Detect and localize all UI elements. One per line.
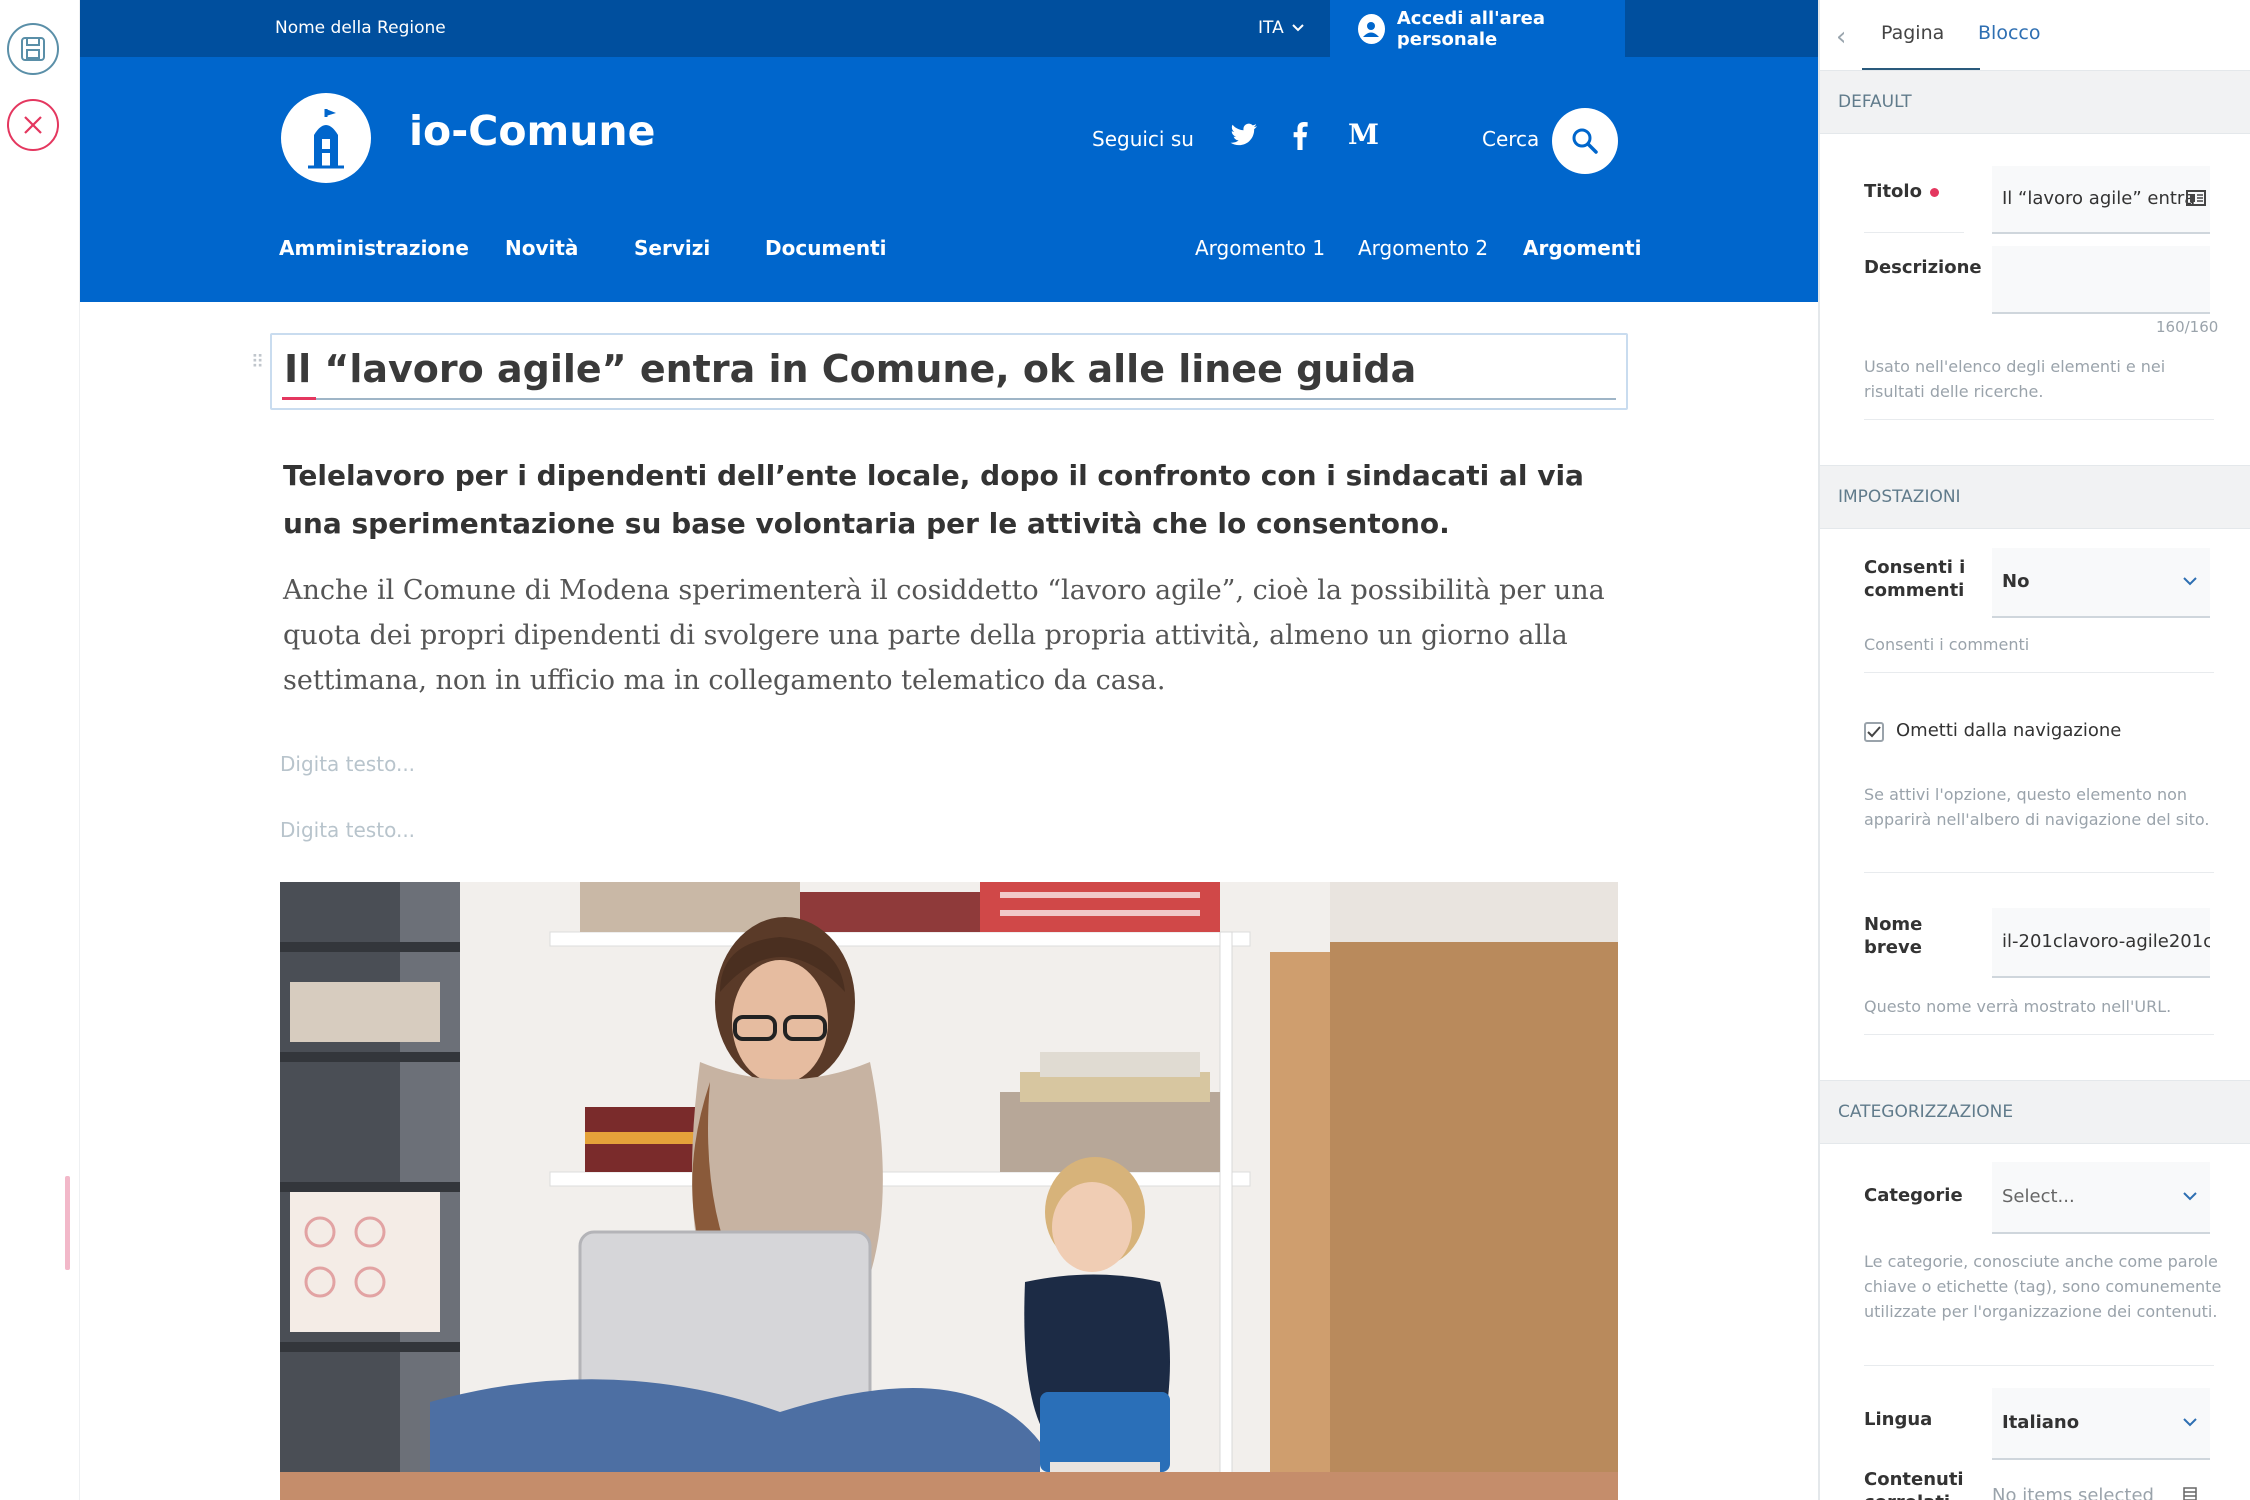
description-field-label: Descrizione	[1864, 257, 1982, 278]
nav-item-services[interactable]: Servizi	[634, 236, 710, 260]
tab-block[interactable]: Blocco	[1978, 22, 2040, 44]
nav-item-topic-2[interactable]: Argomento 2	[1358, 236, 1488, 260]
title-block[interactable]: Il “lavoro agile” entra in Comune, ok al…	[270, 333, 1628, 410]
text-block-placeholder[interactable]: Digita testo...	[280, 818, 415, 842]
section-categorization[interactable]: CATEGORIZZAZIONE	[1820, 1080, 2250, 1144]
save-icon	[21, 37, 45, 61]
exclude-from-nav-label[interactable]: Ometti dalla navigazione	[1896, 720, 2121, 741]
drag-handle-icon[interactable]: ⠿	[251, 352, 264, 373]
site-logo[interactable]	[281, 93, 371, 183]
chevron-down-icon	[2183, 1418, 2197, 1427]
title-accent	[282, 397, 316, 400]
nav-item-news[interactable]: Novità	[505, 236, 578, 260]
chevron-left-icon[interactable]: ‹	[1836, 22, 1846, 52]
editor-toolbar	[0, 0, 80, 1500]
slim-header: Nome della Regione ITA Accedi all'area p…	[80, 0, 1818, 57]
exclude-from-nav-help: Se attivi l'opzione, questo elemento non…	[1864, 785, 2210, 829]
section-title: DEFAULT	[1838, 92, 1912, 112]
short-name-field-label: Nome breve	[1864, 914, 1923, 958]
sidebar-tabs: ‹ Pagina Blocco	[1820, 0, 2250, 72]
town-hall-logo-icon	[308, 109, 344, 169]
nav-item-topics[interactable]: Argomenti	[1523, 236, 1641, 260]
user-icon	[1358, 13, 1385, 44]
search-label: Cerca	[1482, 127, 1540, 151]
title-field-label: Titolo	[1864, 180, 1939, 203]
search-button[interactable]	[1552, 108, 1618, 174]
body-paragraph[interactable]: Anche il Comune di Modena sperimenterà i…	[283, 568, 1628, 703]
description-help: Usato nell'elenco degli elementi e nei r…	[1864, 357, 2166, 401]
section-settings[interactable]: IMPOSTAZIONI	[1820, 465, 2250, 529]
description-char-count: 160/160	[2156, 318, 2219, 336]
chevron-down-icon	[2183, 577, 2197, 586]
lead-paragraph[interactable]: Telelavoro per i dipendenti dell’ente lo…	[283, 452, 1623, 548]
page-title[interactable]: Il “lavoro agile” entra in Comune, ok al…	[284, 347, 1416, 391]
section-title: IMPOSTAZIONI	[1838, 487, 1961, 507]
language-selector[interactable]: ITA	[1258, 18, 1304, 38]
medium-icon[interactable]: M	[1348, 118, 1379, 151]
scroll-indicator	[65, 1176, 70, 1270]
divider	[1864, 672, 2214, 673]
language-label: ITA	[1258, 18, 1284, 38]
comments-help: Consenti i commenti	[1864, 635, 2030, 654]
settings-sidebar: ‹ Pagina Blocco DEFAULT Titolo Il “lavor…	[1818, 0, 2250, 1500]
language-toggle-icon[interactable]	[2186, 190, 2206, 206]
login-label: Accedi all'area personale	[1396, 7, 1546, 50]
title-field[interactable]: Il “lavoro agile” entra	[1992, 166, 2210, 234]
nav-item-topic-1[interactable]: Argomento 1	[1195, 236, 1325, 260]
site-header: Nome della Regione ITA Accedi all'area p…	[80, 0, 1818, 302]
browse-icon[interactable]	[2182, 1486, 2198, 1500]
related-content-field-label: Contenuti correlati	[1864, 1469, 1964, 1500]
text-block-placeholder[interactable]: Digita testo...	[280, 752, 415, 776]
exclude-from-nav-checkbox[interactable]	[1864, 722, 1884, 742]
search-icon	[1572, 128, 1598, 154]
language-field-label: Lingua	[1864, 1409, 1933, 1430]
chevron-down-icon	[2183, 1192, 2197, 1201]
photo-woman-child-laptop	[280, 882, 1618, 1500]
related-content-field[interactable]: No items selected	[1992, 1476, 2210, 1500]
short-name-help: Questo nome verrà mostrato nell'URL.	[1864, 997, 2172, 1016]
comments-field-label: Consenti i commenti	[1864, 557, 1966, 601]
region-link[interactable]: Nome della Regione	[275, 18, 446, 38]
divider	[1864, 232, 1964, 233]
lead-image[interactable]	[280, 882, 1618, 1500]
close-icon	[24, 116, 42, 134]
language-select[interactable]: Italiano	[1992, 1388, 2210, 1460]
checkmark-icon	[1867, 726, 1881, 738]
section-default[interactable]: DEFAULT	[1820, 70, 2250, 134]
chevron-down-icon	[1292, 24, 1304, 32]
comments-select[interactable]: No	[1992, 548, 2210, 618]
divider	[1864, 1365, 2214, 1366]
divider	[1864, 872, 2214, 873]
nav-item-documents[interactable]: Documenti	[765, 236, 887, 260]
twitter-icon[interactable]	[1230, 122, 1258, 148]
save-button[interactable]	[7, 23, 59, 75]
site-title[interactable]: io-Comune	[409, 107, 655, 155]
login-button[interactable]: Accedi all'area personale	[1330, 0, 1625, 57]
follow-label: Seguici su	[1092, 127, 1194, 151]
title-underline	[282, 398, 1616, 400]
tab-page[interactable]: Pagina	[1881, 22, 1944, 44]
description-field[interactable]	[1992, 246, 2210, 314]
facebook-icon[interactable]	[1292, 122, 1308, 150]
short-name-field[interactable]: il-201clavoro-agile201c	[1992, 908, 2210, 978]
nav-item-administration[interactable]: Amministrazione	[279, 236, 469, 260]
section-title: CATEGORIZZAZIONE	[1838, 1102, 2014, 1122]
categories-select[interactable]: Select...	[1992, 1162, 2210, 1234]
site-preview: Nome della Regione ITA Accedi all'area p…	[80, 0, 1818, 1500]
categories-field-label: Categorie	[1864, 1185, 1963, 1206]
required-indicator	[1929, 187, 1939, 197]
categories-help: Le categorie, conosciute anche come paro…	[1864, 1252, 2222, 1321]
cancel-button[interactable]	[7, 99, 59, 151]
divider	[1864, 1034, 2214, 1035]
divider	[1864, 419, 2214, 420]
